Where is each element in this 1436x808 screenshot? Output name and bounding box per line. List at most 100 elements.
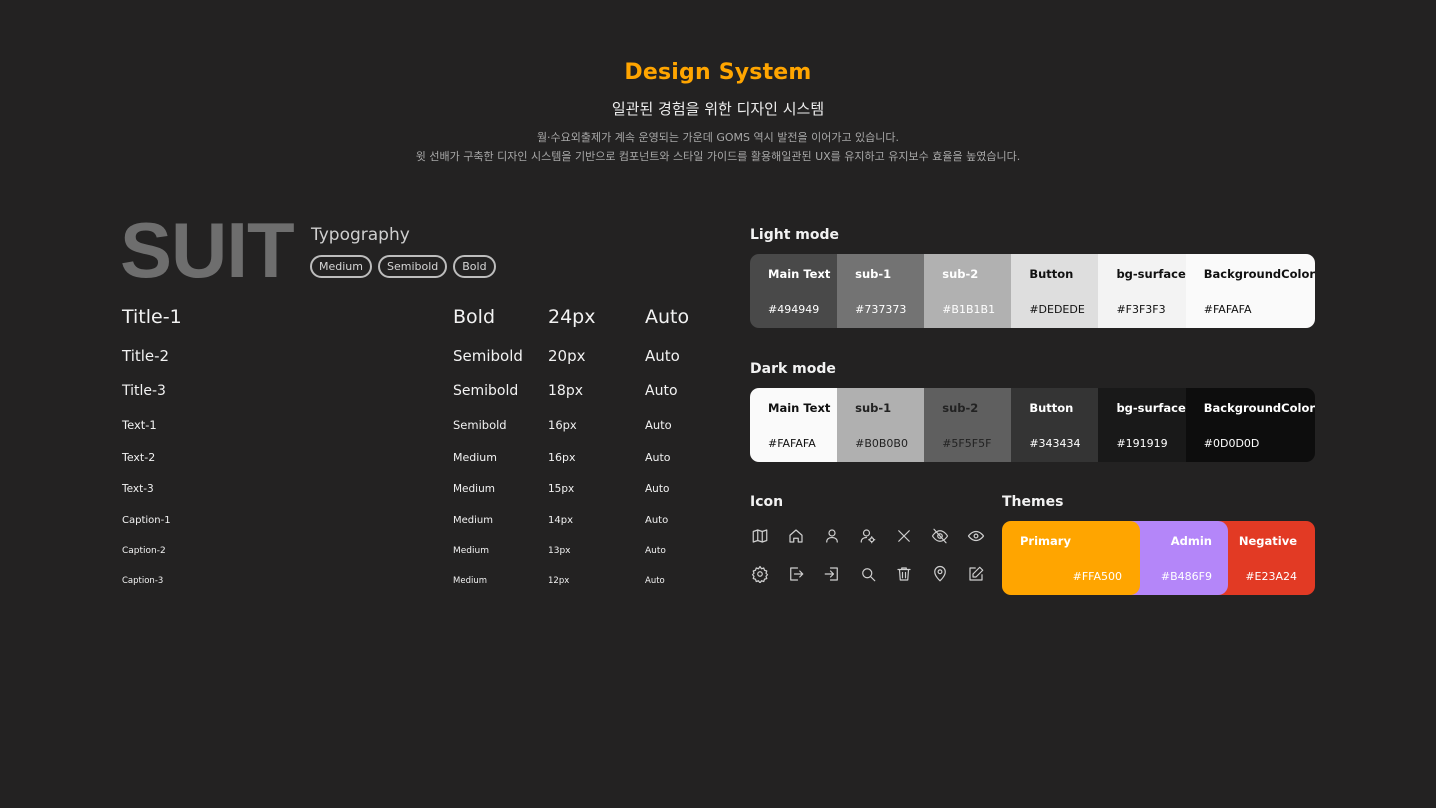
swatch-hex: #343434	[1029, 437, 1081, 450]
theme-name: Admin	[1170, 534, 1212, 548]
weight-pill-bold: Bold	[453, 255, 496, 278]
swatch-name: bg-surface	[1116, 267, 1186, 281]
type-weight: Semibold	[453, 418, 507, 432]
swatch-hex: #0D0D0D	[1203, 437, 1260, 450]
settings-icon	[750, 564, 770, 584]
type-size: 12px	[548, 576, 570, 586]
swatch-name: sub-2	[942, 401, 979, 415]
swatch-hex: #737373	[855, 303, 907, 316]
edit-icon	[966, 564, 986, 584]
color-swatch: Button #DEDEDE	[1011, 254, 1099, 328]
type-weight: Medium	[453, 483, 495, 495]
type-weight: Medium	[453, 546, 489, 556]
swatch-hex: #DEDEDE	[1029, 303, 1085, 316]
page-title: Design System	[624, 60, 812, 85]
swatch-hex: #B1B1B1	[942, 303, 996, 316]
type-line-height: Auto	[645, 451, 671, 464]
theme-swatch-admin: Admin #B486F9	[1130, 521, 1228, 595]
swatch-name: bg-surface	[1116, 401, 1186, 415]
type-name: Title-1	[122, 306, 182, 328]
swatch-name: sub-2	[942, 267, 979, 281]
color-swatch: sub-2 #B1B1B1	[924, 254, 1012, 328]
color-swatch: sub-1 #737373	[837, 254, 925, 328]
typography-label: Typography	[311, 225, 410, 245]
home-icon	[786, 526, 806, 546]
type-row-title-2: Title-2 Semibold 20px Auto	[122, 347, 722, 371]
type-name: Text-1	[122, 418, 157, 432]
type-name: Caption-2	[122, 546, 166, 556]
theme-swatch-primary: Primary #FFA500	[1002, 521, 1140, 595]
theme-hex: #B486F9	[1160, 570, 1212, 583]
type-name: Caption-1	[122, 515, 171, 526]
dark-mode-palette: Main Text #FAFAFA sub-1 #B0B0B0 sub-2 #5F5F5F…	[750, 388, 1315, 462]
trash-icon	[894, 564, 914, 584]
page-description: 월·수요외출제가 계속 운영되는 가운데 GOMS 역시 발전을 이어가고 있습…	[0, 128, 1436, 166]
type-weight: Medium	[453, 515, 493, 526]
themes-palette: Primary #FFA500 Admin #B486F9 Negative #…	[1002, 521, 1315, 595]
swatch-name: Main Text	[768, 267, 831, 281]
type-size: 18px	[548, 383, 583, 399]
color-swatch: BackgroundColor #FAFAFA	[1185, 254, 1315, 328]
eye-off-icon	[930, 526, 950, 546]
type-size: 16px	[548, 418, 577, 432]
swatch-hex: #FAFAFA	[768, 437, 816, 450]
type-row-text-2: Text-2 Medium 16px Auto	[122, 451, 722, 475]
dark-mode-label: Dark mode	[750, 361, 836, 377]
type-size: 24px	[548, 306, 596, 328]
type-line-height: Auto	[645, 418, 672, 432]
type-weight: Semibold	[453, 347, 523, 365]
type-row-text-1: Text-1 Semibold 16px Auto	[122, 418, 722, 442]
type-line-height: Auto	[645, 546, 666, 556]
type-line-height: Auto	[645, 576, 665, 586]
swatch-name: sub-1	[855, 267, 892, 281]
color-swatch: Main Text #494949	[750, 254, 838, 328]
type-size: 20px	[548, 347, 586, 365]
type-line-height: Auto	[645, 383, 678, 399]
location-pin-icon	[930, 564, 950, 584]
swatch-hex: #F3F3F3	[1116, 303, 1166, 316]
login-icon	[822, 564, 842, 584]
swatch-hex: #B0B0B0	[855, 437, 908, 450]
color-swatch: sub-2 #5F5F5F	[924, 388, 1012, 462]
color-swatch: bg-surface #191919	[1098, 388, 1186, 462]
type-size: 16px	[548, 451, 576, 464]
color-swatch: sub-1 #B0B0B0	[837, 388, 925, 462]
theme-hex: #FFA500	[1072, 570, 1122, 583]
theme-hex: #E23A24	[1245, 570, 1297, 583]
type-weight: Medium	[453, 576, 487, 586]
type-weight: Semibold	[453, 383, 519, 399]
type-name: Text-3	[122, 483, 154, 495]
font-name: SUIT	[120, 206, 295, 294]
type-weight: Medium	[453, 451, 497, 464]
type-line-height: Auto	[645, 483, 670, 495]
type-size: 15px	[548, 483, 575, 495]
type-row-text-3: Text-3 Medium 15px Auto	[122, 483, 722, 507]
type-line-height: Auto	[645, 515, 669, 526]
swatch-name: sub-1	[855, 401, 892, 415]
search-icon	[858, 564, 878, 584]
weight-pill-semibold: Semibold	[377, 255, 448, 278]
type-row-title-1: Title-1 Bold 24px Auto	[122, 306, 722, 330]
theme-name: Primary	[1020, 534, 1071, 548]
color-swatch: BackgroundColor #0D0D0D	[1185, 388, 1315, 462]
light-mode-palette: Main Text #494949 sub-1 #737373 sub-2 #B1B1B1…	[750, 254, 1315, 328]
theme-name: Negative	[1238, 534, 1297, 548]
swatch-name: BackgroundColor	[1203, 401, 1315, 415]
theme-swatch-negative: Negative #E23A24	[1218, 521, 1315, 595]
swatch-name: Button	[1029, 401, 1074, 415]
type-size: 13px	[548, 546, 571, 556]
type-name: Text-2	[122, 451, 156, 464]
description-line-1: 월·수요외출제가 계속 운영되는 가운데 GOMS 역시 발전을 이어가고 있습…	[536, 131, 900, 144]
description-line-2: 윗 선배가 구축한 디자인 시스템을 기반으로 컴포넌트와 스타일 가이드를 활…	[415, 150, 1021, 163]
color-swatch: bg-surface #F3F3F3	[1098, 254, 1186, 328]
themes-label: Themes	[1002, 494, 1064, 510]
icon-section-label: Icon	[750, 494, 784, 510]
swatch-name: Button	[1029, 267, 1074, 281]
eye-icon	[966, 526, 986, 546]
type-line-height: Auto	[645, 347, 680, 365]
type-row-caption-2: Caption-2 Medium 13px Auto	[122, 546, 722, 570]
type-row-caption-1: Caption-1 Medium 14px Auto	[122, 515, 722, 539]
type-line-height: Auto	[645, 306, 690, 328]
swatch-hex: #191919	[1116, 437, 1168, 450]
user-icon	[822, 526, 842, 546]
